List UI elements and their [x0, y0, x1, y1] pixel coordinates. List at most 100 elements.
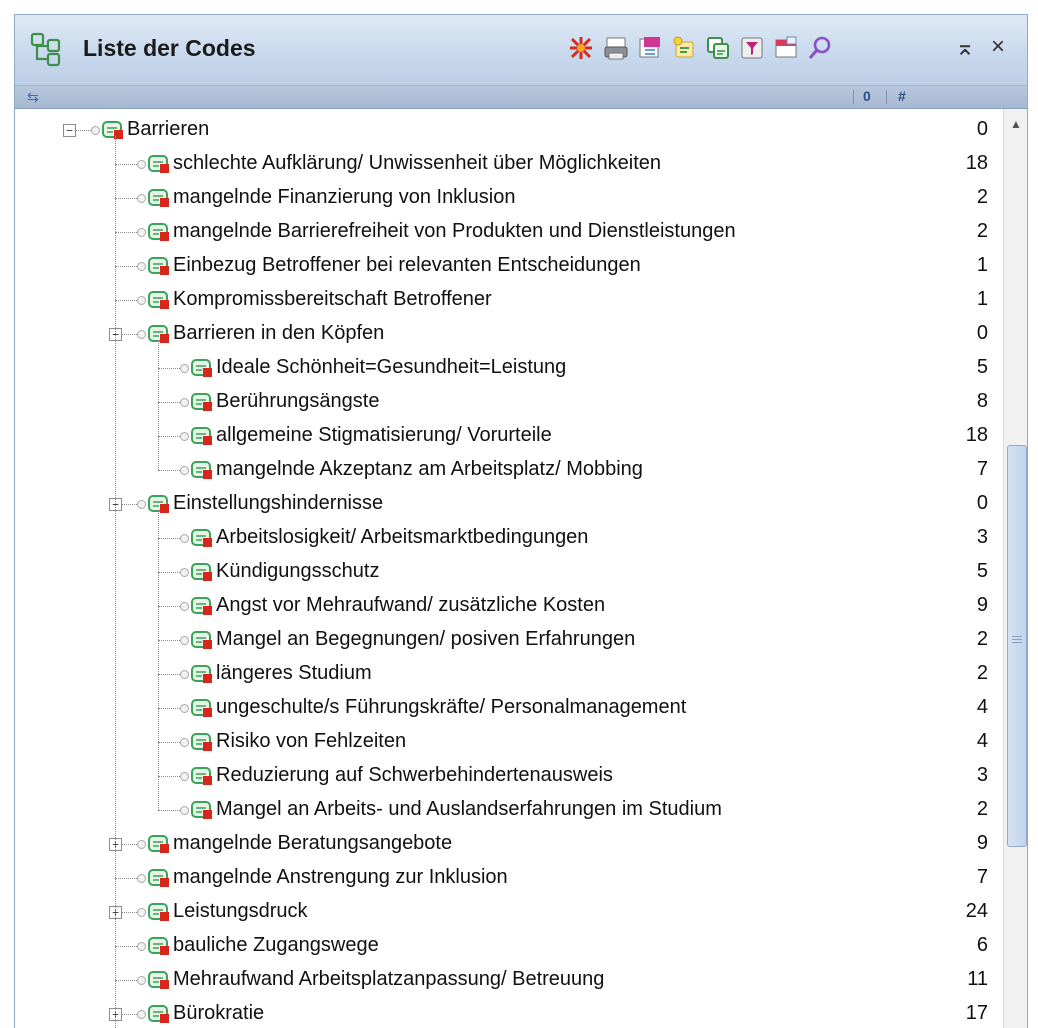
print-icon[interactable] [603, 35, 629, 61]
activation-dot-icon[interactable] [180, 602, 189, 611]
tree-row[interactable]: − Barrieren 0 [15, 113, 1000, 147]
activation-dot-icon[interactable] [180, 568, 189, 577]
activation-dot-icon[interactable] [137, 942, 146, 951]
tree-row[interactable]: Arbeitslosigkeit/ Arbeitsmarktbedingunge… [15, 521, 1000, 555]
activation-dot-icon[interactable] [180, 704, 189, 713]
code-label[interactable]: längeres Studium [216, 662, 372, 685]
activation-dot-icon[interactable] [180, 398, 189, 407]
tree-row[interactable]: Berührungsängste 8 [15, 385, 1000, 419]
tree-row[interactable]: + mangelnde Beratungsangebote 9 [15, 827, 1000, 861]
tree-row[interactable]: mangelnde Akzeptanz am Arbeitsplatz/ Mob… [15, 453, 1000, 487]
activation-dot-icon[interactable] [180, 636, 189, 645]
code-label[interactable]: Angst vor Mehraufwand/ zusätzliche Koste… [216, 594, 605, 617]
tree-row[interactable]: mangelnde Anstrengung zur Inklusion 7 [15, 861, 1000, 895]
code-label[interactable]: mangelnde Anstrengung zur Inklusion [173, 866, 508, 889]
activation-dot-icon[interactable] [180, 534, 189, 543]
tree-row[interactable]: bauliche Zugangswege 6 [15, 929, 1000, 963]
window-icon[interactable] [773, 35, 799, 61]
tree-row[interactable]: schlechte Aufklärung/ Unwissenheit über … [15, 147, 1000, 181]
activation-dot-icon[interactable] [180, 772, 189, 781]
column-header-0[interactable]: 0 [863, 88, 871, 104]
tree-row[interactable]: Risiko von Fehlzeiten 4 [15, 725, 1000, 759]
tree-row[interactable]: Kündigungsschutz 5 [15, 555, 1000, 589]
tree-row[interactable]: Einbezug Betroffener bei relevanten Ents… [15, 249, 1000, 283]
column-header-count[interactable]: # [898, 88, 906, 104]
pin-button[interactable]: ⌅ [952, 33, 978, 62]
filter-icon[interactable] [739, 35, 765, 61]
tree-row[interactable]: Mangel an Arbeits- und Auslandserfahrung… [15, 793, 1000, 827]
activation-dot-icon[interactable] [180, 738, 189, 747]
code-set-icon[interactable] [705, 35, 731, 61]
code-label[interactable]: schlechte Aufklärung/ Unwissenheit über … [173, 152, 661, 175]
activation-dot-icon[interactable] [137, 840, 146, 849]
tree-row[interactable]: + Bürokratie 17 [15, 997, 1000, 1028]
code-label[interactable]: Einstellungshindernisse [173, 492, 383, 515]
activation-dot-icon[interactable] [137, 874, 146, 883]
tree-row[interactable]: Mehraufwand Arbeitsplatzanpassung/ Betre… [15, 963, 1000, 997]
code-label[interactable]: Risiko von Fehlzeiten [216, 730, 406, 753]
tree-row[interactable]: mangelnde Finanzierung von Inklusion 2 [15, 181, 1000, 215]
column-separator[interactable] [853, 90, 854, 104]
activation-dot-icon[interactable] [180, 670, 189, 679]
code-label[interactable]: Kompromissbereitschaft Betroffener [173, 288, 492, 311]
code-label[interactable]: Barrieren [127, 118, 209, 141]
activation-dot-icon[interactable] [137, 500, 146, 509]
code-label[interactable]: Mehraufwand Arbeitsplatzanpassung/ Betre… [173, 968, 604, 991]
activation-dot-icon[interactable] [137, 976, 146, 985]
activation-dot-icon[interactable] [91, 126, 100, 135]
scroll-up-arrow-icon[interactable]: ▲ [1010, 117, 1022, 131]
tree-row[interactable]: längeres Studium 2 [15, 657, 1000, 691]
tree-row[interactable]: Angst vor Mehraufwand/ zusätzliche Koste… [15, 589, 1000, 623]
code-label[interactable]: mangelnde Barrierefreiheit von Produkten… [173, 220, 736, 243]
activation-dot-icon[interactable] [180, 806, 189, 815]
vertical-scrollbar[interactable]: ▲ [1003, 109, 1027, 1028]
tree-row[interactable]: ungeschulte/s Führungskräfte/ Personalma… [15, 691, 1000, 725]
tree-row[interactable]: − Barrieren in den Köpfen 0 [15, 317, 1000, 351]
activation-dot-icon[interactable] [137, 228, 146, 237]
activation-dot-icon[interactable] [137, 330, 146, 339]
code-label[interactable]: Mangel an Arbeits- und Auslandserfahrung… [216, 798, 722, 821]
export-icon[interactable] [637, 35, 663, 61]
tree-row[interactable]: Ideale Schönheit=Gesundheit=Leistung 5 [15, 351, 1000, 385]
new-code-icon[interactable] [671, 35, 697, 61]
code-label[interactable]: Ideale Schönheit=Gesundheit=Leistung [216, 356, 566, 379]
tree-row[interactable]: − Einstellungshindernisse 0 [15, 487, 1000, 521]
collapse-toggle-icon[interactable]: − [63, 124, 76, 137]
tree-row[interactable]: + Leistungsdruck 24 [15, 895, 1000, 929]
tree-row[interactable]: Mangel an Begegnungen/ posiven Erfahrung… [15, 623, 1000, 657]
code-label[interactable]: bauliche Zugangswege [173, 934, 379, 957]
activation-dot-icon[interactable] [180, 364, 189, 373]
header-tree-icon[interactable]: ⇆ [27, 89, 39, 106]
code-label[interactable]: mangelnde Akzeptanz am Arbeitsplatz/ Mob… [216, 458, 643, 481]
column-separator[interactable] [886, 90, 887, 104]
activation-dot-icon[interactable] [137, 160, 146, 169]
activation-dot-icon[interactable] [180, 432, 189, 441]
search-icon[interactable] [807, 35, 833, 61]
code-label[interactable]: mangelnde Beratungsangebote [173, 832, 452, 855]
tree-row[interactable]: mangelnde Barrierefreiheit von Produkten… [15, 215, 1000, 249]
close-button[interactable]: × [985, 33, 1011, 61]
activation-dot-icon[interactable] [137, 194, 146, 203]
code-label[interactable]: Barrieren in den Köpfen [173, 322, 384, 345]
activation-dot-icon[interactable] [137, 262, 146, 271]
code-label[interactable]: Einbezug Betroffener bei relevanten Ents… [173, 254, 641, 277]
code-label[interactable]: Mangel an Begegnungen/ posiven Erfahrung… [216, 628, 635, 651]
code-label[interactable]: Arbeitslosigkeit/ Arbeitsmarktbedingunge… [216, 526, 588, 549]
tree-row[interactable]: Reduzierung auf Schwerbehindertenausweis… [15, 759, 1000, 793]
code-label[interactable]: Leistungsdruck [173, 900, 308, 923]
activation-dot-icon[interactable] [137, 908, 146, 917]
activate-all-icon[interactable] [568, 35, 594, 61]
code-label[interactable]: Reduzierung auf Schwerbehindertenausweis [216, 764, 613, 787]
code-label[interactable]: mangelnde Finanzierung von Inklusion [173, 186, 515, 209]
code-label[interactable]: allgemeine Stigmatisierung/ Vorurteile [216, 424, 552, 447]
activation-dot-icon[interactable] [137, 1010, 146, 1019]
activation-dot-icon[interactable] [180, 466, 189, 475]
tree-row[interactable]: Kompromissbereitschaft Betroffener 1 [15, 283, 1000, 317]
code-label[interactable]: ungeschulte/s Führungskräfte/ Personalma… [216, 696, 686, 719]
activation-dot-icon[interactable] [137, 296, 146, 305]
code-label[interactable]: Kündigungsschutz [216, 560, 379, 583]
scrollbar-thumb[interactable] [1007, 445, 1027, 847]
code-label[interactable]: Bürokratie [173, 1002, 264, 1025]
code-label[interactable]: Berührungsängste [216, 390, 379, 413]
tree-row[interactable]: allgemeine Stigmatisierung/ Vorurteile 18 [15, 419, 1000, 453]
